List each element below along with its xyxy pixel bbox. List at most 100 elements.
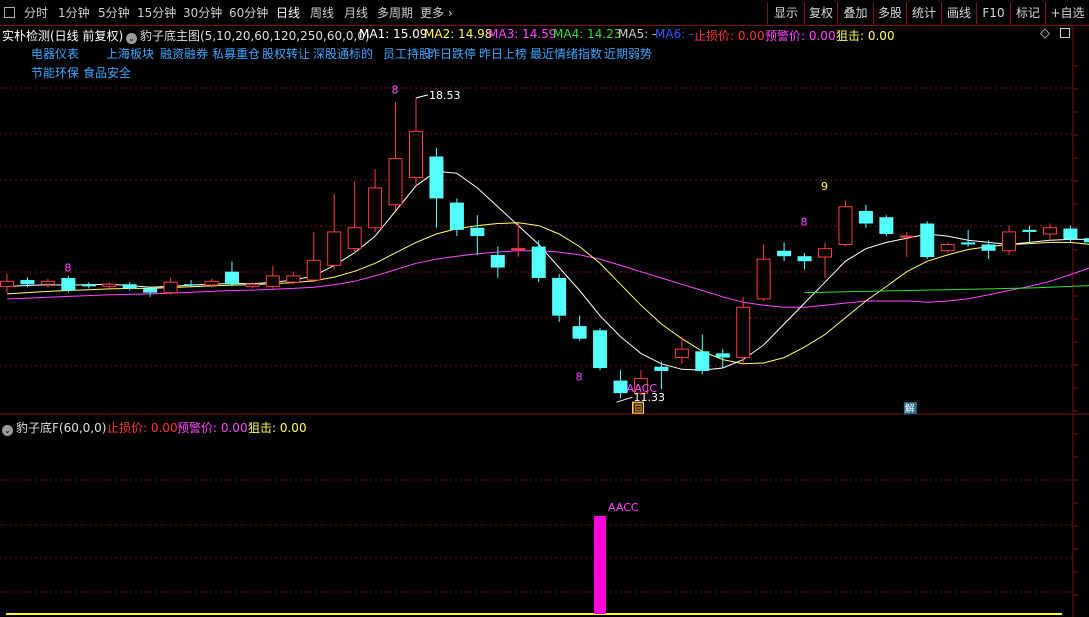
candle — [306, 231, 321, 283]
candle-body — [940, 243, 955, 252]
candle — [122, 282, 137, 291]
toolbar-button-8[interactable]: +自选 — [1045, 2, 1089, 24]
candle — [756, 244, 771, 302]
toolbar-button-3[interactable]: 多股 — [873, 2, 906, 24]
sub-signal-label: AACC — [608, 501, 639, 514]
candle-body — [736, 306, 751, 359]
candle — [163, 277, 178, 295]
toolbar-button-2[interactable]: 叠加 — [837, 2, 873, 24]
period-tab-9[interactable]: 多周期 — [377, 3, 413, 23]
candle-body — [122, 284, 137, 289]
candle-body — [1022, 229, 1037, 232]
period-tab-8[interactable]: 月线 — [344, 3, 368, 23]
candle-body — [81, 284, 96, 287]
period-tab-2[interactable]: 5分钟 — [98, 3, 130, 23]
candle — [940, 242, 955, 253]
candle-body — [552, 277, 567, 316]
candle-body — [1042, 227, 1057, 235]
candle — [531, 240, 546, 283]
period-tab-0[interactable]: 分时 — [24, 3, 48, 23]
candle-body — [40, 280, 55, 285]
toolbar-button-6[interactable]: F10 — [976, 2, 1010, 24]
ma1-line — [6, 170, 1089, 371]
candle-body — [224, 271, 239, 285]
candle-body — [777, 250, 792, 257]
toolbar-button-4[interactable]: 统计 — [906, 2, 941, 24]
candle — [449, 198, 464, 237]
candle-body — [511, 248, 526, 251]
candle-body — [1002, 231, 1017, 252]
candle-body — [368, 187, 383, 229]
candle-body — [756, 258, 771, 300]
candle-body — [674, 348, 689, 359]
candle — [286, 271, 301, 285]
candle-body — [818, 248, 832, 258]
candle-body — [920, 223, 935, 258]
toolbar-button-7[interactable]: 标记 — [1010, 2, 1045, 24]
candle-body — [306, 259, 321, 281]
period-tab-6[interactable]: 日线 — [276, 3, 300, 23]
candle-body — [613, 380, 628, 394]
candle-body — [184, 284, 199, 286]
candle — [838, 200, 853, 247]
candle — [429, 148, 444, 228]
candle-body — [327, 231, 342, 266]
period-tab-7[interactable]: 周线 — [310, 3, 334, 23]
candle-body — [593, 330, 608, 369]
candle — [736, 296, 751, 364]
high-pointer — [415, 94, 429, 99]
period-toolbar: 分时 1分钟 5分钟 15分钟 30分钟 60分钟 日线 周线 月线 多周期 更多 › 显示 复权叠… — [0, 0, 1089, 26]
candle-body — [449, 202, 464, 230]
period-tab-4[interactable]: 30分钟 — [183, 3, 222, 23]
hui-badge: 回 — [634, 403, 644, 415]
candle — [347, 181, 362, 253]
period-tab-5[interactable]: 60分钟 — [229, 3, 268, 23]
candle-body — [961, 242, 976, 245]
candle — [1022, 225, 1037, 243]
candle-body — [797, 256, 812, 262]
candle — [797, 252, 812, 270]
candle-body — [572, 326, 587, 339]
candle — [715, 349, 730, 369]
candle — [777, 242, 792, 262]
signal-bar — [594, 516, 607, 614]
candle-body — [286, 275, 301, 283]
candle — [0, 273, 14, 293]
candle-body — [838, 206, 853, 245]
toolbar-button-0[interactable]: 显示 — [767, 2, 804, 24]
candle-body — [102, 283, 117, 287]
count-mark: 8 — [801, 216, 808, 229]
candle-body — [981, 244, 996, 251]
count-mark: 9 — [821, 180, 828, 193]
candle-body — [245, 283, 260, 287]
candle-body — [531, 246, 546, 278]
candle-body — [409, 130, 423, 178]
candle-body — [470, 227, 485, 237]
toolbar-checkbox[interactable] — [4, 7, 15, 18]
count-mark: 8 — [576, 371, 583, 384]
kline-chart[interactable]: 18.5311.33AACC88898回解 AACC — [0, 26, 1089, 617]
candle — [695, 334, 710, 375]
more-label: 更多 — [420, 6, 445, 20]
candle — [470, 215, 485, 255]
more-periods-button[interactable]: 更多 › — [420, 3, 453, 23]
candle-body — [0, 280, 14, 287]
candle — [409, 97, 423, 186]
candle — [593, 328, 608, 371]
period-tab-3[interactable]: 15分钟 — [137, 3, 176, 23]
candle — [511, 223, 526, 258]
toolbar-button-5[interactable]: 画线 — [941, 2, 976, 24]
candle-body — [879, 217, 894, 234]
ma3-line — [6, 250, 1089, 308]
period-tab-1[interactable]: 1分钟 — [58, 3, 90, 23]
candle — [40, 278, 55, 288]
candle-body — [265, 275, 280, 287]
candle-body — [429, 156, 444, 199]
candle — [899, 231, 914, 258]
candle — [61, 275, 76, 293]
count-mark: 8 — [392, 84, 399, 97]
toolbar-button-1[interactable]: 复权 — [804, 2, 837, 24]
candle-body — [163, 281, 178, 294]
candle — [858, 204, 873, 228]
candle-body — [1083, 238, 1089, 243]
